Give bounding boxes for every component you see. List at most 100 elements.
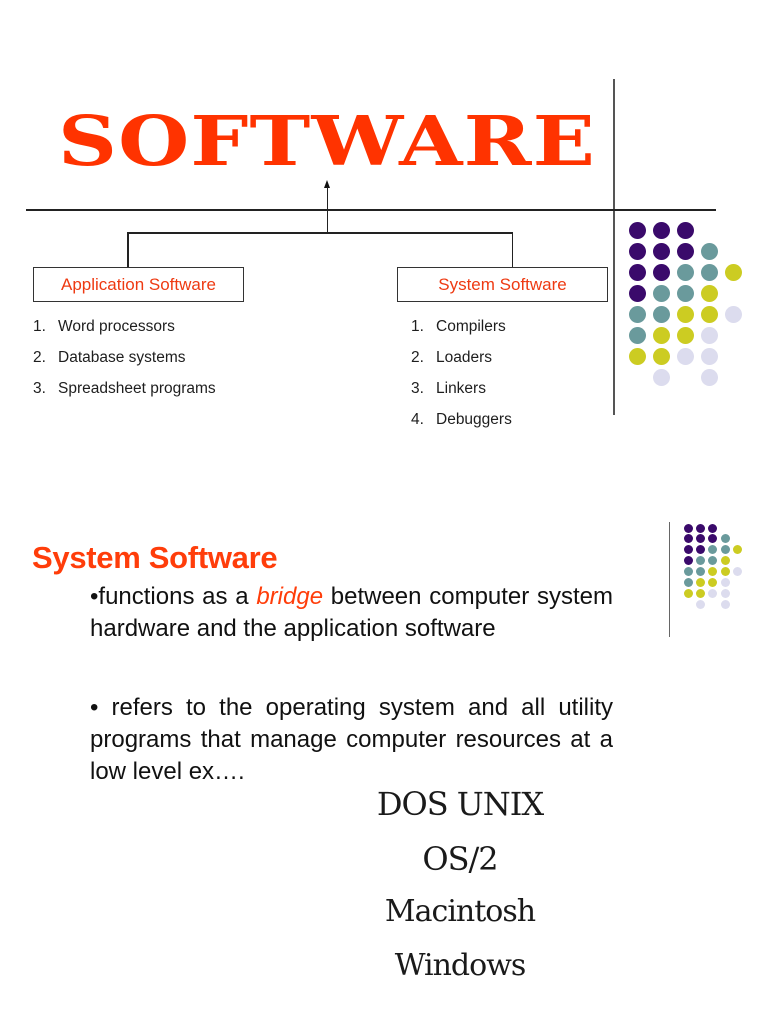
list-text: Word processors — [58, 318, 175, 335]
dot-yellow — [683, 588, 693, 598]
os-example: Macintosh — [384, 894, 536, 929]
dot-yellow — [676, 305, 694, 323]
dot-purple — [628, 221, 646, 239]
list-number: 3. — [411, 380, 424, 397]
dot-yellow — [695, 588, 705, 598]
dot-yellow — [724, 263, 742, 281]
application-software-label: Application Software — [61, 274, 216, 294]
list-number: 2. — [411, 349, 424, 366]
bracket-horizontal — [127, 232, 513, 234]
list-item: 2. Loaders — [411, 348, 512, 379]
emphasis-bridge: bridge — [256, 583, 324, 610]
dot-yellow — [720, 567, 730, 577]
dot-teal — [652, 284, 670, 302]
dot-purple — [683, 556, 693, 566]
dot-yellow — [708, 578, 718, 587]
dot-yellow — [700, 305, 718, 323]
dot-teal — [720, 545, 730, 555]
dot-lavender — [700, 348, 718, 366]
bracket-right-leg — [511, 232, 513, 268]
os-example: OS/2 — [422, 840, 498, 878]
list-number: 4. — [411, 411, 424, 428]
dot-lavender — [652, 369, 670, 387]
dot-yellow — [720, 556, 730, 566]
dot-purple — [652, 242, 670, 260]
list-item: 3. Linkers — [411, 379, 512, 410]
dot-purple — [683, 534, 693, 544]
dot-lavender — [720, 599, 730, 609]
list-number: 3. — [33, 380, 46, 397]
dot-purple — [708, 534, 718, 544]
dot-teal — [683, 567, 693, 577]
dot-purple — [628, 284, 646, 302]
dot-teal — [695, 567, 705, 577]
application-software-box: Application Software — [33, 267, 244, 302]
system-software-list: 1. Compilers 2. Loaders 3. Linkers 4. Debugg… — [411, 317, 512, 441]
slide-title: SOFTWARE — [58, 100, 596, 181]
system-software-box: System Software — [397, 267, 608, 302]
dot-yellow — [652, 348, 670, 366]
dot-yellow — [708, 567, 718, 577]
list-item: 2. Database systems — [33, 348, 216, 379]
dot-teal — [628, 327, 646, 344]
list-item: 1. Compilers — [411, 317, 512, 348]
dot-purple — [628, 242, 646, 260]
dot-teal — [700, 263, 718, 281]
list-text: Spreadsheet programs — [58, 380, 216, 397]
dot-lavender — [695, 599, 705, 609]
dot-purple — [628, 263, 646, 281]
dot-teal — [676, 284, 694, 302]
dot-lavender — [733, 567, 743, 577]
arrow-stem — [326, 187, 328, 234]
dot-lavender — [676, 348, 694, 366]
dot-teal — [652, 305, 670, 323]
dot-teal — [628, 305, 646, 323]
dot-yellow — [695, 578, 705, 587]
list-text: Loaders — [436, 349, 493, 366]
dot-teal — [683, 578, 693, 587]
dot-yellow — [652, 327, 670, 344]
vertical-divider — [613, 79, 615, 415]
os-example: DOS UNIX — [376, 785, 544, 823]
dot-yellow — [733, 545, 743, 555]
dot-teal — [695, 556, 705, 566]
dot-yellow — [700, 284, 718, 302]
dot-purple — [676, 242, 694, 260]
dot-lavender — [708, 588, 718, 598]
list-item: 4. Debuggers — [411, 410, 512, 441]
dot-teal — [676, 263, 694, 281]
dot-purple — [652, 263, 670, 281]
bullet-bridge: •functions as a bridge between computer … — [90, 581, 613, 645]
horizontal-rule — [26, 209, 716, 211]
section-title: System Software — [32, 540, 278, 575]
bracket-left-leg — [127, 232, 129, 268]
dot-yellow — [676, 327, 694, 344]
list-text: Debuggers — [436, 411, 512, 428]
os-example: Windows — [394, 948, 527, 983]
dot-lavender — [700, 327, 718, 344]
dot-purple — [652, 221, 670, 239]
list-number: 1. — [411, 318, 424, 335]
dot-purple — [695, 523, 705, 533]
list-item: 1. Word processors — [33, 317, 216, 348]
dot-teal — [700, 242, 718, 260]
dot-lavender — [720, 578, 730, 587]
dot-teal — [708, 556, 718, 566]
list-text: Database systems — [58, 349, 186, 366]
dot-purple — [683, 545, 693, 555]
bullet-text: •functions as a — [90, 583, 257, 610]
dot-teal — [720, 534, 730, 544]
list-number: 1. — [33, 318, 46, 335]
system-software-label: System Software — [438, 274, 567, 294]
application-software-list: 1. Word processors 2. Database systems 3. S… — [33, 317, 216, 410]
dot-purple — [676, 221, 694, 239]
dot-purple — [695, 545, 705, 555]
dot-lavender — [720, 588, 730, 598]
list-text: Compilers — [436, 318, 506, 335]
list-text: Linkers — [436, 380, 486, 397]
dot-lavender — [700, 369, 718, 387]
dot-lavender — [724, 305, 742, 323]
dot-purple — [695, 534, 705, 544]
bullet-operating-system: • refers to the operating system and all… — [90, 694, 613, 785]
list-item: 3. Spreadsheet programs — [33, 379, 216, 410]
